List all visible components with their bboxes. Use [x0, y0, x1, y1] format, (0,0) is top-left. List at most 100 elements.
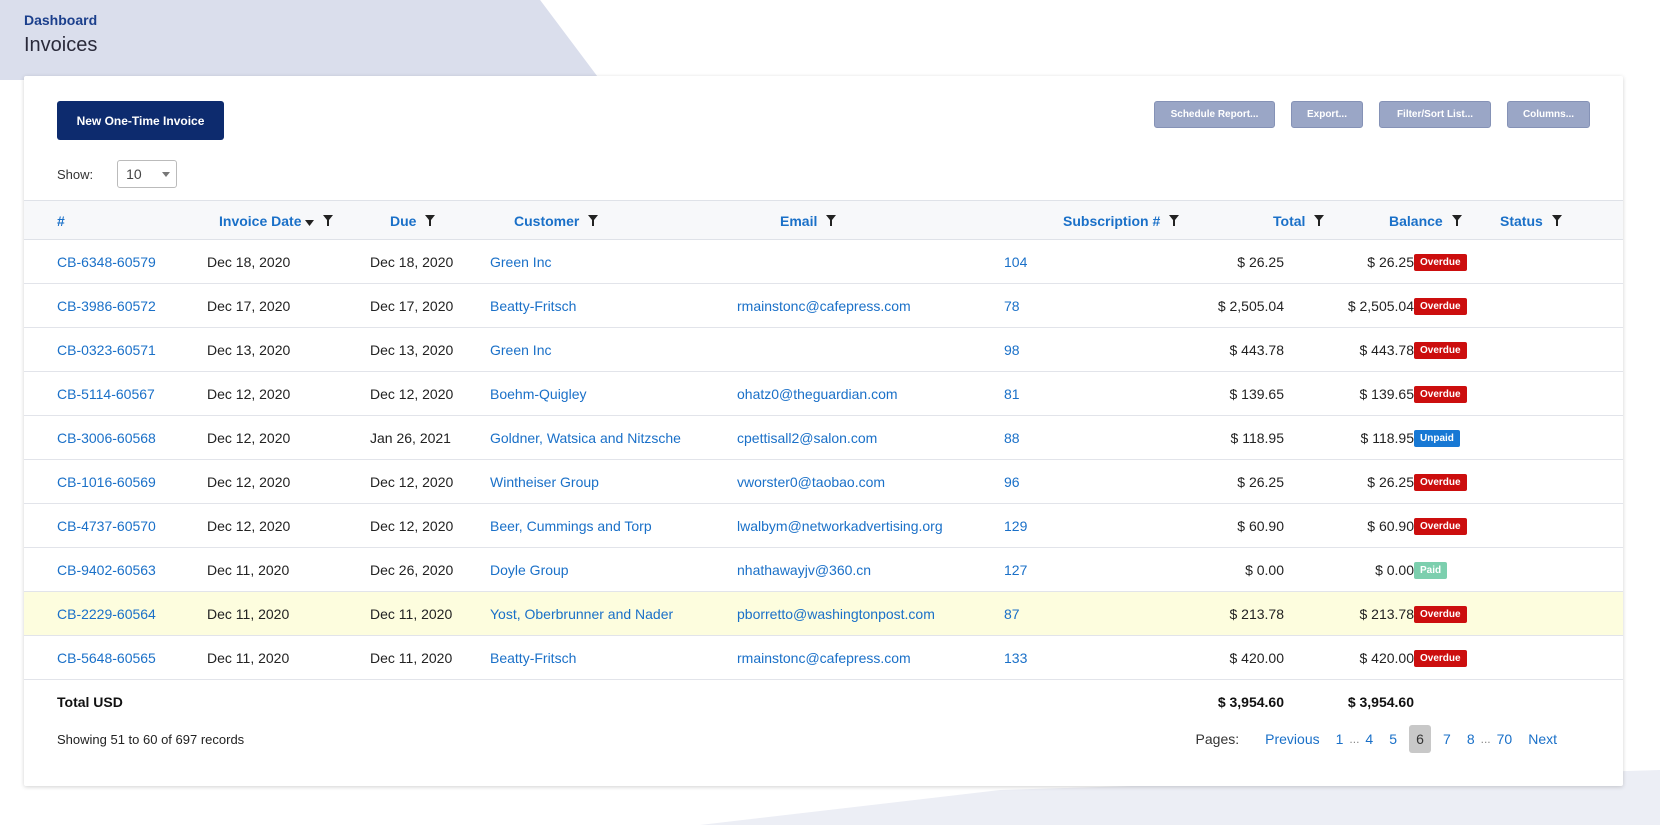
cell-subscription[interactable]: 81	[1004, 372, 1020, 416]
cell-invoice-number[interactable]: CB-3006-60568	[57, 416, 156, 460]
filter-icon[interactable]	[1551, 213, 1562, 229]
col-header-total[interactable]: Total	[1273, 201, 1325, 241]
filter-icon[interactable]	[826, 213, 837, 229]
filter-icon[interactable]	[1451, 213, 1462, 229]
table-row[interactable]: CB-2229-60564 Dec 11, 2020 Dec 11, 2020 Yos…	[24, 592, 1623, 636]
filter-icon[interactable]	[588, 213, 599, 229]
cell-invoice-number[interactable]: CB-5648-60565	[57, 636, 156, 680]
pagination-page-1[interactable]: 1	[1336, 731, 1344, 747]
cell-subscription[interactable]: 127	[1004, 548, 1027, 592]
filter-icon[interactable]	[1314, 213, 1325, 229]
filter-sort-button[interactable]: Filter/Sort List...	[1379, 101, 1491, 128]
table-header: # Invoice Date Due Customer Email Subscr…	[24, 200, 1623, 240]
page-header: Dashboard Invoices	[24, 12, 97, 57]
cell-customer[interactable]: Green Inc	[490, 328, 551, 372]
pagination-ellipsis: ...	[1480, 732, 1491, 746]
cell-subscription[interactable]: 98	[1004, 328, 1020, 372]
cell-subscription[interactable]: 96	[1004, 460, 1020, 504]
cell-subscription[interactable]: 129	[1004, 504, 1027, 548]
page-size-select[interactable]: 10	[117, 160, 178, 188]
cell-invoice-number[interactable]: CB-0323-60571	[57, 328, 156, 372]
filter-icon[interactable]	[323, 213, 334, 229]
cell-customer[interactable]: Yost, Oberbrunner and Nader	[490, 592, 673, 636]
cell-subscription[interactable]: 133	[1004, 636, 1027, 680]
cell-invoice-number[interactable]: CB-5114-60567	[57, 372, 155, 416]
totals-balance: $ 3,954.60	[1347, 694, 1414, 710]
cell-balance: $ 139.65	[1359, 386, 1415, 402]
col-header-status[interactable]: Status	[1500, 201, 1562, 241]
cell-total: $ 0.00	[1245, 562, 1284, 578]
cell-customer[interactable]: Beatty-Fritsch	[490, 636, 576, 680]
cell-invoice-number[interactable]: CB-2229-60564	[57, 592, 156, 636]
cell-status: Overdue	[1414, 328, 1467, 372]
col-header-invoice-date[interactable]: Invoice Date	[219, 201, 334, 241]
cell-subscription[interactable]: 88	[1004, 416, 1020, 460]
cell-email[interactable]: rmainstonc@cafepress.com	[737, 636, 911, 680]
cell-email[interactable]: pborretto@washingtonpost.com	[737, 592, 935, 636]
cell-email[interactable]: rmainstonc@cafepress.com	[737, 284, 911, 328]
schedule-report-button[interactable]: Schedule Report...	[1154, 101, 1275, 128]
cell-status: Overdue	[1414, 284, 1467, 328]
col-header-balance[interactable]: Balance	[1389, 201, 1462, 241]
new-one-time-invoice-button[interactable]: New One-Time Invoice	[57, 101, 224, 140]
pagination-page-70[interactable]: 70	[1497, 731, 1513, 747]
table-row[interactable]: CB-3986-60572 Dec 17, 2020 Dec 17, 2020 Bea…	[24, 284, 1623, 328]
col-header-number[interactable]: #	[57, 201, 65, 241]
table-row[interactable]: CB-9402-60563 Dec 11, 2020 Dec 26, 2020 Doy…	[24, 548, 1623, 592]
table-row[interactable]: CB-1016-60569 Dec 12, 2020 Dec 12, 2020 Win…	[24, 460, 1623, 504]
pagination-next[interactable]: Next	[1528, 731, 1557, 747]
cell-invoice-number[interactable]: CB-3986-60572	[57, 284, 156, 328]
cell-customer[interactable]: Beer, Cummings and Torp	[490, 504, 652, 548]
cell-email[interactable]: vworster0@taobao.com	[737, 460, 885, 504]
cell-balance: $ 443.78	[1359, 342, 1415, 358]
cell-customer[interactable]: Boehm-Quigley	[490, 372, 587, 416]
pagination-page-7[interactable]: 7	[1443, 731, 1451, 747]
cell-subscription[interactable]: 104	[1004, 240, 1027, 284]
cell-customer[interactable]: Goldner, Watsica and Nitzsche	[490, 416, 681, 460]
cell-subscription[interactable]: 78	[1004, 284, 1020, 328]
cell-invoice-date: Dec 12, 2020	[207, 518, 291, 534]
cell-invoice-number[interactable]: CB-9402-60563	[57, 548, 156, 592]
cell-email[interactable]: cpettisall2@salon.com	[737, 416, 877, 460]
cell-customer[interactable]: Beatty-Fritsch	[490, 284, 576, 328]
columns-button[interactable]: Columns...	[1507, 101, 1590, 128]
table-row[interactable]: CB-6348-60579 Dec 18, 2020 Dec 18, 2020 Gre…	[24, 240, 1623, 284]
col-header-due[interactable]: Due	[390, 201, 436, 241]
breadcrumb-dashboard[interactable]: Dashboard	[24, 12, 97, 28]
col-header-customer[interactable]: Customer	[514, 201, 599, 241]
cell-invoice-date: Dec 11, 2020	[207, 650, 290, 666]
cell-customer[interactable]: Wintheiser Group	[490, 460, 599, 504]
cell-due-date: Dec 18, 2020	[370, 254, 454, 270]
pagination-page-4[interactable]: 4	[1365, 731, 1373, 747]
filter-icon[interactable]	[1169, 213, 1180, 229]
cell-invoice-number[interactable]: CB-4737-60570	[57, 504, 156, 548]
status-badge: Overdue	[1414, 253, 1467, 271]
table-row[interactable]: CB-4737-60570 Dec 12, 2020 Dec 12, 2020 Bee…	[24, 504, 1623, 548]
table-row[interactable]: CB-5648-60565 Dec 11, 2020 Dec 11, 2020 Bea…	[24, 636, 1623, 680]
cell-email[interactable]: nhathawayjv@360.cn	[737, 548, 871, 592]
page-list: 1... 4 5 6 7 8... 70	[1328, 725, 1521, 753]
cell-invoice-number[interactable]: CB-1016-60569	[57, 460, 156, 504]
col-header-label: Invoice Date	[219, 213, 302, 229]
cell-email[interactable]: lwalbym@networkadvertising.org	[737, 504, 943, 548]
col-header-label: Subscription #	[1063, 213, 1161, 229]
pagination-page-8[interactable]: 8	[1467, 731, 1475, 747]
cell-customer[interactable]: Doyle Group	[490, 548, 569, 592]
cell-total: $ 443.78	[1229, 342, 1285, 358]
filter-icon[interactable]	[425, 213, 436, 229]
cell-invoice-number[interactable]: CB-6348-60579	[57, 240, 156, 284]
pagination-page-5[interactable]: 5	[1389, 731, 1397, 747]
table-row[interactable]: CB-0323-60571 Dec 13, 2020 Dec 13, 2020 Gre…	[24, 328, 1623, 372]
table-row[interactable]: CB-5114-60567 Dec 12, 2020 Dec 12, 2020 Boe…	[24, 372, 1623, 416]
sort-desc-icon[interactable]	[305, 213, 315, 229]
cell-balance: $ 26.25	[1367, 474, 1414, 490]
cell-customer[interactable]: Green Inc	[490, 240, 551, 284]
table-row[interactable]: CB-3006-60568 Dec 12, 2020 Jan 26, 2021 Gol…	[24, 416, 1623, 460]
col-header-subscription[interactable]: Subscription #	[1063, 201, 1180, 241]
export-button[interactable]: Export...	[1291, 101, 1363, 128]
pagination: Pages: Previous 1... 4 5 6 7 8... 70 Next	[1196, 724, 1565, 754]
cell-subscription[interactable]: 87	[1004, 592, 1020, 636]
cell-email[interactable]: ohatz0@theguardian.com	[737, 372, 898, 416]
pagination-previous[interactable]: Previous	[1265, 731, 1319, 747]
col-header-email[interactable]: Email	[780, 201, 837, 241]
